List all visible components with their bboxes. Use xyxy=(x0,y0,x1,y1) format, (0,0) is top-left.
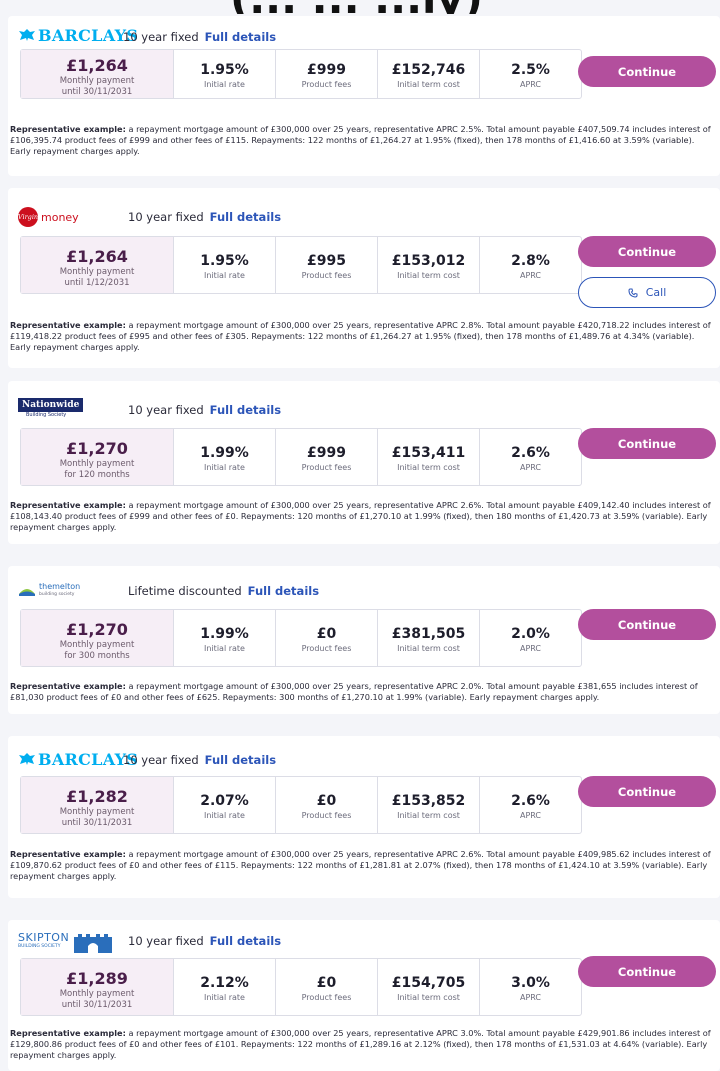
initial-rate: 2.12% Initial rate xyxy=(173,959,275,1015)
castle-icon xyxy=(74,934,113,953)
initial-rate: 1.95% Initial rate xyxy=(173,50,275,98)
card-header: Nationwide Building Society xyxy=(18,395,84,421)
deal-card: SKIPTON BUILDING SOCIETY 10 year fixed Fu… xyxy=(8,920,720,1071)
page-header-fragment: (... ... ...ly) xyxy=(0,0,720,14)
eagle-icon xyxy=(19,29,35,41)
continue-button[interactable]: Continue xyxy=(578,428,716,459)
monthly-payment: £1,264 Monthly payment until 1/12/2031 xyxy=(21,237,173,293)
card-header: SKIPTON BUILDING SOCIETY xyxy=(18,929,114,955)
aprc: 2.0% APRC xyxy=(479,610,581,666)
phone-icon xyxy=(628,288,638,298)
lender-sub: building society xyxy=(39,592,75,597)
lender-name: money xyxy=(41,210,79,224)
representative-example: Representative example: a repayment mort… xyxy=(10,320,711,352)
card-header: BARCLAYS xyxy=(18,22,138,48)
representative-example: Representative example: a repayment mort… xyxy=(10,124,711,156)
representative-example: Representative example: a repayment mort… xyxy=(10,1028,711,1060)
barclays-logo[interactable]: BARCLAYS xyxy=(18,23,138,47)
initial-term-cost: £153,852 Initial term cost xyxy=(377,777,479,833)
deal-metrics: £1,264 Monthly payment until 1/12/2031 1… xyxy=(20,236,582,294)
initial-rate: 1.95% Initial rate xyxy=(173,237,275,293)
deal-metrics: £1,270 Monthly payment for 120 months 1.… xyxy=(20,428,582,486)
deal-card: BARCLAYS 10 year fixed Full details £1,28… xyxy=(8,736,720,898)
nationwide-logo[interactable]: Nationwide Building Society xyxy=(18,398,84,418)
product-type: Lifetime discounted Full details xyxy=(128,584,320,598)
representative-example: Representative example: a repayment mort… xyxy=(10,500,711,532)
lender-name: Nationwide xyxy=(18,398,84,412)
deal-card: Nationwide Building Society 10 year fixe… xyxy=(8,381,720,544)
lender-name: themelton xyxy=(39,582,81,591)
aprc: 2.5% APRC xyxy=(479,50,581,98)
full-details-link[interactable]: Full details xyxy=(210,934,281,948)
virgin-money-logo[interactable]: Virgin money xyxy=(18,205,79,229)
continue-button[interactable]: Continue xyxy=(578,56,716,87)
card-header: BARCLAYS xyxy=(18,746,138,772)
call-label: Call xyxy=(645,286,667,299)
representative-example: Representative example: a repayment mort… xyxy=(10,849,711,881)
full-details-link[interactable]: Full details xyxy=(210,210,281,224)
continue-button[interactable]: Continue xyxy=(578,956,716,987)
initial-rate: 1.99% Initial rate xyxy=(173,610,275,666)
call-button[interactable]: Call xyxy=(578,277,716,308)
product-fees: £0 Product fees xyxy=(275,959,377,1015)
aprc: 2.8% APRC xyxy=(479,237,581,293)
product-type: 10 year fixed Full details xyxy=(123,753,277,767)
deal-card: BARCLAYS 10 year fixed Full details £1,26… xyxy=(8,16,720,176)
eagle-icon xyxy=(19,753,35,765)
initial-rate: 1.99% Initial rate xyxy=(173,429,275,485)
product-fees: £0 Product fees xyxy=(275,777,377,833)
initial-term-cost: £153,411 Initial term cost xyxy=(377,429,479,485)
full-details-link[interactable]: Full details xyxy=(248,584,319,598)
deal-card: themelton building society Lifetime disc… xyxy=(8,566,720,714)
continue-button[interactable]: Continue xyxy=(578,609,716,640)
monthly-payment: £1,282 Monthly payment until 30/11/2031 xyxy=(21,777,173,833)
lender-name: SKIPTON xyxy=(18,931,70,944)
full-details-link[interactable]: Full details xyxy=(210,403,281,417)
card-header: themelton building society xyxy=(18,578,80,604)
product-fees: £999 Product fees xyxy=(275,429,377,485)
full-details-link[interactable]: Full details xyxy=(205,753,276,767)
product-type: 10 year fixed Full details xyxy=(123,30,277,44)
continue-button[interactable]: Continue xyxy=(578,776,716,807)
initial-term-cost: £153,012 Initial term cost xyxy=(377,237,479,293)
lender-sub: BUILDING SOCIETY xyxy=(18,944,61,949)
representative-example: Representative example: a repayment mort… xyxy=(10,681,698,702)
product-fees: £995 Product fees xyxy=(275,237,377,293)
melton-mark-icon xyxy=(19,589,35,596)
initial-term-cost: £152,746 Initial term cost xyxy=(377,50,479,98)
lender-sub: Building Society xyxy=(26,412,67,418)
melton-logo[interactable]: themelton building society xyxy=(18,579,80,603)
deal-card: Virgin money 10 year fixed Full details £… xyxy=(8,188,720,368)
deal-metrics: £1,264 Monthly payment until 30/11/2031 … xyxy=(20,49,582,99)
monthly-payment: £1,264 Monthly payment until 30/11/2031 xyxy=(21,50,173,98)
product-fees: £0 Product fees xyxy=(275,610,377,666)
aprc: 2.6% APRC xyxy=(479,429,581,485)
full-details-link[interactable]: Full details xyxy=(205,30,276,44)
deal-metrics: £1,282 Monthly payment until 30/11/2031 … xyxy=(20,776,582,834)
monthly-payment: £1,270 Monthly payment for 300 months xyxy=(21,610,173,666)
monthly-payment: £1,289 Monthly payment until 30/11/2031 xyxy=(21,959,173,1015)
deal-metrics: £1,289 Monthly payment until 30/11/2031 … xyxy=(20,958,582,1016)
product-type: 10 year fixed Full details xyxy=(128,403,282,417)
product-fees: £999 Product fees xyxy=(275,50,377,98)
product-type: 10 year fixed Full details xyxy=(128,934,282,948)
product-type: 10 year fixed Full details xyxy=(128,210,282,224)
initial-term-cost: £154,705 Initial term cost xyxy=(377,959,479,1015)
deal-metrics: £1,270 Monthly payment for 300 months 1.… xyxy=(20,609,582,667)
aprc: 2.6% APRC xyxy=(479,777,581,833)
card-header: Virgin money xyxy=(18,204,79,230)
skipton-logo[interactable]: SKIPTON BUILDING SOCIETY xyxy=(18,930,114,954)
initial-term-cost: £381,505 Initial term cost xyxy=(377,610,479,666)
continue-button[interactable]: Continue xyxy=(578,236,716,267)
virgin-mark-icon: Virgin xyxy=(18,207,38,227)
page-heading-clipped: (... ... ...ly) xyxy=(230,0,483,14)
initial-rate: 2.07% Initial rate xyxy=(173,777,275,833)
aprc: 3.0% APRC xyxy=(479,959,581,1015)
barclays-logo[interactable]: BARCLAYS xyxy=(18,747,138,771)
monthly-payment: £1,270 Monthly payment for 120 months xyxy=(21,429,173,485)
